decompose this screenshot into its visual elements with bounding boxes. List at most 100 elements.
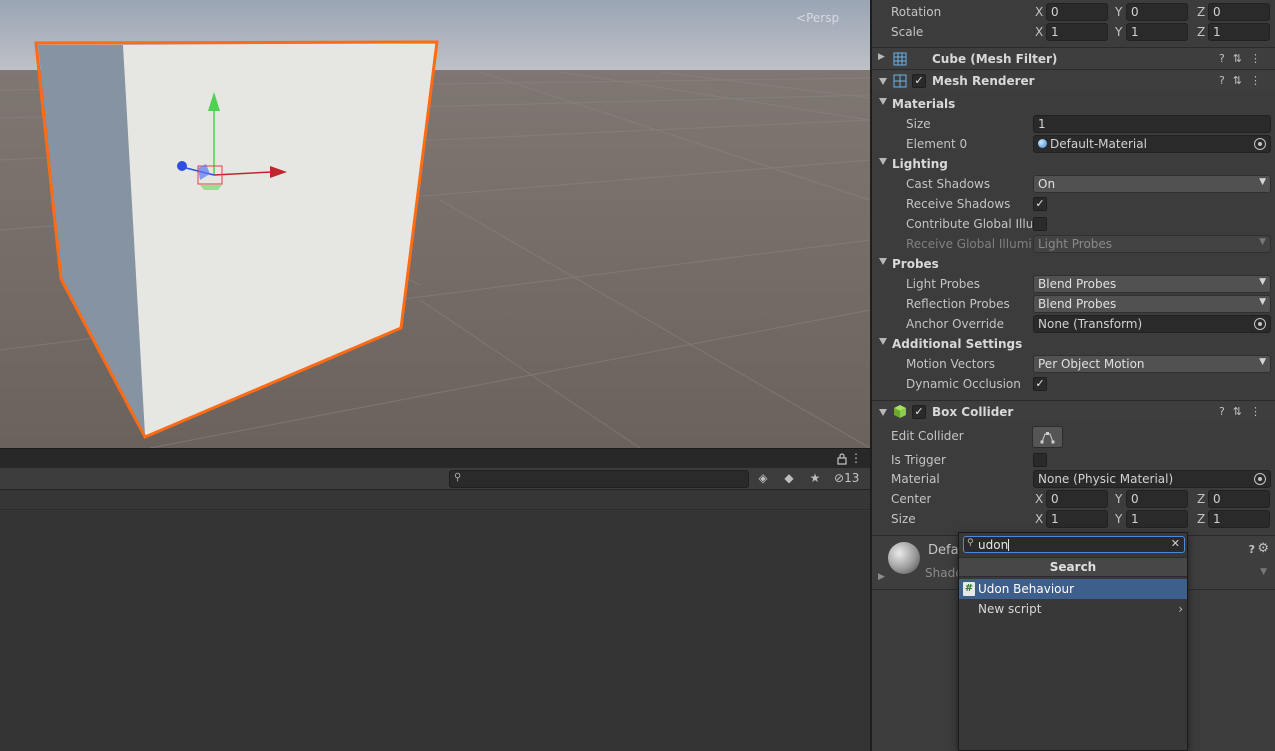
dynamic-occlusion-checkbox[interactable]: ✓ — [1033, 377, 1047, 391]
camera-label-text: Persp — [806, 11, 840, 25]
presets-icon[interactable]: ⇅ — [1233, 405, 1250, 418]
edit-collider-button[interactable] — [1032, 426, 1063, 448]
contribute-gi-checkbox[interactable] — [1033, 217, 1047, 231]
foldout-expanded-icon[interactable] — [879, 338, 887, 345]
size-x-field[interactable]: 1 — [1046, 510, 1108, 528]
kebab-menu-icon[interactable]: ⋮ — [1250, 74, 1269, 87]
anchor-override-row: Anchor Override None (Transform) — [872, 314, 1275, 334]
foldout-collapsed-icon[interactable]: ▶ — [878, 572, 885, 582]
additional-settings-label: Additional Settings — [892, 337, 1023, 351]
collider-material-field[interactable]: None (Physic Material) — [1033, 470, 1271, 488]
presets-icon[interactable]: ⇅ — [1233, 74, 1250, 87]
camera-label[interactable]: <Persp — [796, 11, 839, 25]
chevron-right-icon: › — [1178, 602, 1183, 616]
scene-canvas[interactable] — [0, 0, 870, 448]
scale-z-field[interactable]: 1 — [1208, 23, 1270, 41]
rotation-y-field[interactable]: 0 — [1126, 3, 1188, 21]
chevron-down-icon[interactable]: ▼ — [1260, 567, 1267, 577]
foldout-expanded-icon[interactable] — [879, 158, 887, 165]
mesh-filter-header[interactable]: ▶ Cube (Mesh Filter) ?⇅⋮ — [872, 47, 1275, 69]
center-row: Center X 0 Y 0 Z 0 — [872, 489, 1275, 509]
help-icon[interactable]: ? — [1219, 405, 1233, 418]
mesh-renderer-header[interactable]: ✓ Mesh Renderer ?⇅⋮ — [872, 69, 1275, 91]
materials-size-field[interactable]: 1 — [1033, 115, 1271, 133]
chevron-down-icon: ▼ — [1259, 297, 1266, 307]
axis-z-label: Z — [1197, 25, 1206, 39]
component-search-input[interactable]: ⚲ udon ✕ — [963, 536, 1185, 553]
reflection-probes-row: Reflection Probes Blend Probes ▼ — [872, 294, 1275, 314]
favorites-star-icon[interactable]: ★ — [806, 471, 824, 487]
additional-settings-foldout[interactable]: Additional Settings — [872, 334, 1275, 354]
reflection-probes-dropdown[interactable]: Blend Probes ▼ — [1033, 295, 1271, 313]
object-picker-icon[interactable] — [1254, 138, 1266, 150]
center-z-field[interactable]: 0 — [1208, 490, 1270, 508]
motion-vectors-dropdown[interactable]: Per Object Motion ▼ — [1033, 355, 1271, 373]
gear-icon[interactable]: ⚙ — [1257, 541, 1269, 556]
help-icon[interactable]: ? — [1219, 52, 1233, 65]
help-icon[interactable]: ? — [1219, 74, 1233, 87]
rotation-x-field[interactable]: 0 — [1046, 3, 1108, 21]
probes-foldout[interactable]: Probes — [872, 254, 1275, 274]
project-toolbar: ⚲ ◈ ◆ ★ ⊘13 — [0, 468, 870, 490]
center-y-field[interactable]: 0 — [1126, 490, 1188, 508]
contribute-gi-label: Contribute Global Illum — [906, 217, 1032, 231]
materials-size-row: Size 1 — [872, 114, 1275, 134]
mesh-renderer-title: Mesh Renderer — [932, 74, 1035, 88]
project-content-area[interactable] — [0, 511, 870, 751]
scale-x-field[interactable]: 1 — [1046, 23, 1108, 41]
edit-collider-icon — [1040, 432, 1055, 444]
component-header-icons[interactable]: ?⇅⋮ — [1219, 405, 1269, 418]
probes-label: Probes — [892, 257, 939, 271]
kebab-menu-icon[interactable]: ⋮ — [1250, 405, 1269, 418]
materials-size-label: Size — [906, 117, 931, 131]
component-header-icons[interactable]: ?⇅⋮ — [1219, 52, 1269, 65]
box-collider-header[interactable]: ✓ Box Collider ?⇅⋮ — [872, 400, 1275, 422]
size-z-field[interactable]: 1 — [1208, 510, 1270, 528]
receive-shadows-label: Receive Shadows — [906, 197, 1011, 211]
receive-shadows-checkbox[interactable]: ✓ — [1033, 197, 1047, 211]
element0-value: Default-Material — [1050, 137, 1147, 151]
element0-field[interactable]: Default-Material — [1033, 135, 1271, 153]
box-collider-enabled-checkbox[interactable]: ✓ — [912, 405, 926, 419]
filter-by-type-icon[interactable]: ◈ — [754, 471, 772, 487]
object-picker-icon[interactable] — [1254, 318, 1266, 330]
hidden-packages-toggle[interactable]: ⊘13 — [834, 471, 859, 485]
scale-y-field[interactable]: 1 — [1126, 23, 1188, 41]
foldout-expanded-icon[interactable] — [879, 409, 887, 416]
axis-z-label: Z — [1197, 492, 1206, 506]
axis-y-label: Y — [1115, 492, 1123, 506]
lock-icon[interactable] — [836, 453, 848, 465]
rotation-row: Rotation X 0 Y 0 Z 0 — [872, 2, 1275, 22]
edit-collider-row: Edit Collider — [872, 426, 1275, 450]
size-y-field[interactable]: 1 — [1126, 510, 1188, 528]
contribute-gi-row: Contribute Global Illum — [872, 214, 1275, 234]
foldout-expanded-icon[interactable] — [879, 78, 887, 85]
scene-view[interactable]: <Persp — [0, 0, 870, 448]
help-icon[interactable]: ? — [1249, 543, 1255, 556]
filter-by-label-icon[interactable]: ◆ — [780, 471, 798, 487]
anchor-override-field[interactable]: None (Transform) — [1033, 315, 1271, 333]
cast-shadows-value: On — [1038, 177, 1056, 191]
clear-search-icon[interactable]: ✕ — [1171, 537, 1180, 550]
lighting-foldout[interactable]: Lighting — [872, 154, 1275, 174]
popup-item-udon-behaviour[interactable]: # Udon Behaviour — [959, 579, 1187, 599]
foldout-expanded-icon[interactable] — [879, 258, 887, 265]
presets-icon[interactable]: ⇅ — [1233, 52, 1250, 65]
center-x-field[interactable]: 0 — [1046, 490, 1108, 508]
kebab-menu-icon[interactable]: ⋮ — [1250, 52, 1269, 65]
popup-item-new-script[interactable]: New script › — [959, 599, 1187, 619]
kebab-menu-icon[interactable]: ⋮ — [850, 451, 862, 465]
foldout-collapsed-icon[interactable]: ▶ — [878, 52, 885, 62]
axis-x-label: X — [1035, 492, 1044, 506]
project-search-input[interactable]: ⚲ — [449, 470, 749, 488]
cast-shadows-dropdown[interactable]: On ▼ — [1033, 175, 1271, 193]
mesh-renderer-enabled-checkbox[interactable]: ✓ — [912, 74, 926, 88]
foldout-expanded-icon[interactable] — [879, 98, 887, 105]
materials-label: Materials — [892, 97, 956, 111]
component-header-icons[interactable]: ?⇅⋮ — [1219, 74, 1269, 87]
is-trigger-checkbox[interactable] — [1033, 453, 1047, 467]
materials-foldout[interactable]: Materials — [872, 94, 1275, 114]
light-probes-dropdown[interactable]: Blend Probes ▼ — [1033, 275, 1271, 293]
rotation-z-field[interactable]: 0 — [1208, 3, 1270, 21]
object-picker-icon[interactable] — [1254, 473, 1266, 485]
